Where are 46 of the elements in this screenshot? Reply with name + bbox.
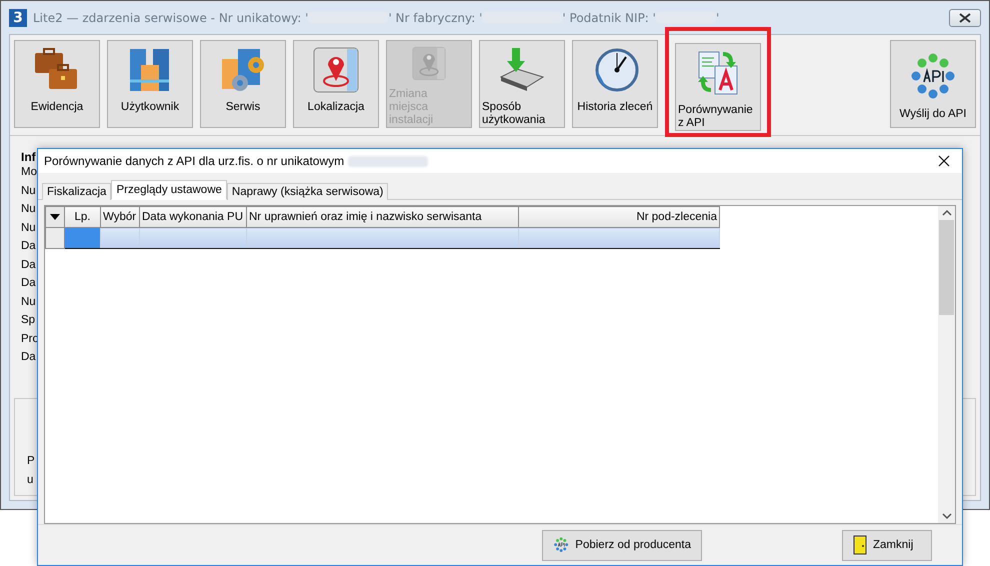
table-cell (100, 228, 140, 248)
tab[interactable]: Naprawy (książka serwisowa) (226, 183, 388, 200)
field-label: Nu (21, 220, 36, 236)
column-header[interactable]: Nr uprawnień oraz imię i nazwisko serwisanta (246, 206, 518, 228)
field-label: Da (21, 276, 36, 291)
field-label: P (27, 454, 35, 469)
tab[interactable]: Przeglądy ustawowe (111, 180, 227, 200)
table-row[interactable] (46, 228, 720, 248)
window-title: Lite2 — zdarzenia serwisowe - Nr unikatowy: ' ' Nr fabryczny: ' ' Podatnik NIP: ' ' (33, 10, 720, 24)
app-logo: 3 (9, 8, 27, 26)
field-label: Nu (21, 184, 36, 198)
table-cell (64, 228, 100, 248)
field-label: Mo (21, 165, 37, 180)
field-label: Nu (21, 202, 36, 217)
toolbar-button[interactable]: Lokalizacja (293, 40, 379, 128)
column-menu-button[interactable] (46, 206, 64, 228)
field-label: Da (21, 350, 36, 365)
map-pin-icon (311, 45, 361, 95)
dialog-button[interactable]: Zamknij (842, 530, 932, 560)
toolbar-button[interactable]: Ewidencja (14, 40, 100, 128)
scrollbar[interactable] (938, 206, 955, 523)
close-icon (938, 155, 950, 167)
field-label: Nu (21, 294, 36, 310)
column-header[interactable]: Nr pod-zlecenia (518, 206, 720, 228)
dialog-title: Porównywanie danych z API dla urz.fis. o nr unikatowym (44, 154, 344, 168)
column-header[interactable]: Data wykonania PU (140, 206, 246, 228)
toolbar-button[interactable]: Historia zleceń (572, 40, 658, 128)
column-header[interactable]: Lp. (64, 206, 100, 228)
field-label: Sp (21, 313, 36, 328)
door-icon (853, 535, 867, 555)
toolbar-button[interactable]: Użytkownik (107, 40, 193, 128)
field-label: u (27, 472, 34, 488)
toolbar-button[interactable]: Serwis (200, 40, 286, 128)
field-label: Da (21, 258, 36, 272)
toolbar-button[interactable]: Porównywanie z API (675, 43, 761, 131)
toolbar-button[interactable]: Sposób użytkowania (479, 40, 565, 128)
section-heading: Inf (21, 150, 36, 163)
column-header[interactable]: Wybór (100, 206, 140, 228)
send-api-button[interactable]: Wyślij do API (890, 40, 976, 128)
field-label: Da (21, 239, 36, 254)
close-button[interactable] (949, 8, 981, 26)
close-icon (959, 12, 971, 22)
dialog-button[interactable]: Pobierz od producenta (542, 530, 702, 560)
scroll-thumb[interactable] (939, 220, 954, 315)
dropdown-arrow-icon (50, 214, 60, 220)
tab[interactable]: Fiskalizacja (42, 183, 112, 200)
